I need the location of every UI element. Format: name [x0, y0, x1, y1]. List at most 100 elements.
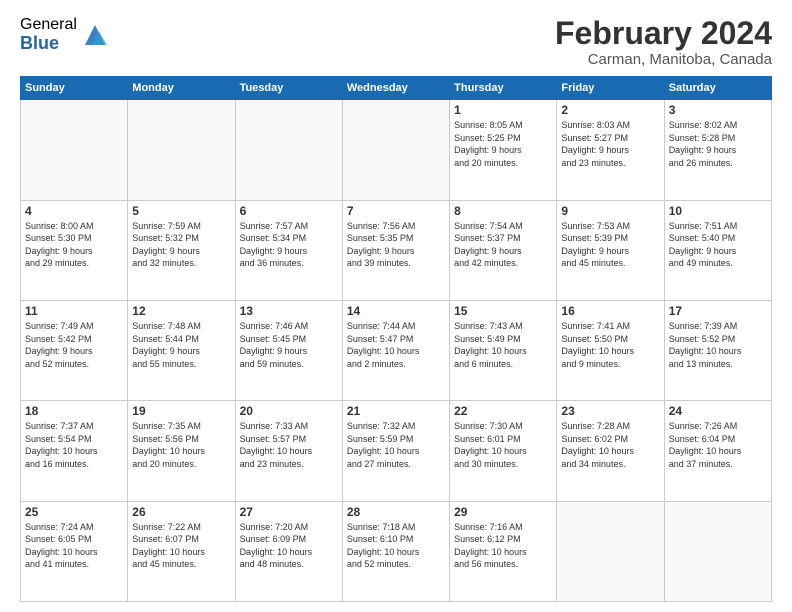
day-number: 26: [132, 505, 230, 519]
table-row: 11 Sunrise: 7:49 AM Sunset: 5:42 PM Dayli…: [21, 300, 128, 400]
day-info: Sunrise: 7:41 AM Sunset: 5:50 PM Dayligh…: [561, 320, 659, 370]
day-info: Sunrise: 7:44 AM Sunset: 5:47 PM Dayligh…: [347, 320, 445, 370]
day-number: 12: [132, 304, 230, 318]
table-row: 8Sunrise: 7:54 AM Sunset: 5:37 PM Daylig…: [450, 200, 557, 300]
day-number: 17: [669, 304, 767, 318]
day-info: Sunrise: 7:37 AM Sunset: 5:54 PM Dayligh…: [25, 420, 123, 470]
day-number: 27: [240, 505, 338, 519]
page: General Blue February 2024 Carman, Manit…: [0, 0, 792, 612]
day-info: Sunrise: 7:51 AM Sunset: 5:40 PM Dayligh…: [669, 220, 767, 270]
table-row: [664, 501, 771, 601]
day-info: Sunrise: 7:56 AM Sunset: 5:35 PM Dayligh…: [347, 220, 445, 270]
table-row: 22 Sunrise: 7:30 AM Sunset: 6:01 PM Dayli…: [450, 401, 557, 501]
day-number: 25: [25, 505, 123, 519]
day-number: 3: [669, 103, 767, 117]
day-info: Sunrise: 7:32 AM Sunset: 5:59 PM Dayligh…: [347, 420, 445, 470]
day-number: 6: [240, 204, 338, 218]
day-info: Sunrise: 8:05 AM Sunset: 5:25 PM Dayligh…: [454, 119, 552, 169]
day-info: Sunrise: 7:39 AM Sunset: 5:52 PM Dayligh…: [669, 320, 767, 370]
table-row: 23 Sunrise: 7:28 AM Sunset: 6:02 PM Dayli…: [557, 401, 664, 501]
table-row: 19 Sunrise: 7:35 AM Sunset: 5:56 PM Dayli…: [128, 401, 235, 501]
day-info: Sunrise: 7:20 AM Sunset: 6:09 PM Dayligh…: [240, 521, 338, 571]
calendar-header-row: Sunday Monday Tuesday Wednesday Thursday…: [21, 77, 772, 100]
table-row: [235, 100, 342, 200]
day-number: 22: [454, 404, 552, 418]
logo-text: General Blue: [20, 16, 77, 53]
day-number: 11: [25, 304, 123, 318]
day-info: Sunrise: 7:48 AM Sunset: 5:44 PM Dayligh…: [132, 320, 230, 370]
day-info: Sunrise: 7:35 AM Sunset: 5:56 PM Dayligh…: [132, 420, 230, 470]
day-info: Sunrise: 7:57 AM Sunset: 5:34 PM Dayligh…: [240, 220, 338, 270]
col-wednesday: Wednesday: [342, 77, 449, 100]
logo-icon: [81, 21, 109, 49]
day-number: 1: [454, 103, 552, 117]
day-number: 18: [25, 404, 123, 418]
table-row: 17 Sunrise: 7:39 AM Sunset: 5:52 PM Dayli…: [664, 300, 771, 400]
table-row: 9 Sunrise: 7:53 AM Sunset: 5:39 PM Daylig…: [557, 200, 664, 300]
table-row: 18 Sunrise: 7:37 AM Sunset: 5:54 PM Dayli…: [21, 401, 128, 501]
logo-blue-text: Blue: [20, 34, 77, 54]
day-number: 23: [561, 404, 659, 418]
day-info: Sunrise: 7:24 AM Sunset: 6:05 PM Dayligh…: [25, 521, 123, 571]
day-info: Sunrise: 7:54 AM Sunset: 5:37 PM Dayligh…: [454, 220, 552, 270]
day-info: Sunrise: 8:00 AM Sunset: 5:30 PM Dayligh…: [25, 220, 123, 270]
day-info: Sunrise: 7:26 AM Sunset: 6:04 PM Dayligh…: [669, 420, 767, 470]
calendar-week-5: 25 Sunrise: 7:24 AM Sunset: 6:05 PM Dayli…: [21, 501, 772, 601]
day-number: 5: [132, 204, 230, 218]
table-row: 20Sunrise: 7:33 AM Sunset: 5:57 PM Dayli…: [235, 401, 342, 501]
table-row: 4Sunrise: 8:00 AM Sunset: 5:30 PM Daylig…: [21, 200, 128, 300]
col-tuesday: Tuesday: [235, 77, 342, 100]
day-info: Sunrise: 7:18 AM Sunset: 6:10 PM Dayligh…: [347, 521, 445, 571]
day-number: 7: [347, 204, 445, 218]
table-row: 5Sunrise: 7:59 AM Sunset: 5:32 PM Daylig…: [128, 200, 235, 300]
day-info: Sunrise: 7:28 AM Sunset: 6:02 PM Dayligh…: [561, 420, 659, 470]
table-row: 16 Sunrise: 7:41 AM Sunset: 5:50 PM Dayli…: [557, 300, 664, 400]
table-row: 27 Sunrise: 7:20 AM Sunset: 6:09 PM Dayli…: [235, 501, 342, 601]
calendar-week-4: 18 Sunrise: 7:37 AM Sunset: 5:54 PM Dayli…: [21, 401, 772, 501]
table-row: 14Sunrise: 7:44 AM Sunset: 5:47 PM Dayli…: [342, 300, 449, 400]
table-row: 2 Sunrise: 8:03 AM Sunset: 5:27 PM Daylig…: [557, 100, 664, 200]
logo-general: General: [20, 16, 77, 34]
day-info: Sunrise: 7:49 AM Sunset: 5:42 PM Dayligh…: [25, 320, 123, 370]
col-sunday: Sunday: [21, 77, 128, 100]
table-row: 15 Sunrise: 7:43 AM Sunset: 5:49 PM Dayli…: [450, 300, 557, 400]
day-info: Sunrise: 8:03 AM Sunset: 5:27 PM Dayligh…: [561, 119, 659, 169]
day-number: 2: [561, 103, 659, 117]
table-row: [342, 100, 449, 200]
col-saturday: Saturday: [664, 77, 771, 100]
table-row: [557, 501, 664, 601]
calendar-week-2: 4Sunrise: 8:00 AM Sunset: 5:30 PM Daylig…: [21, 200, 772, 300]
col-monday: Monday: [128, 77, 235, 100]
location-title: Carman, Manitoba, Canada: [555, 51, 772, 68]
day-number: 16: [561, 304, 659, 318]
col-friday: Friday: [557, 77, 664, 100]
table-row: 13Sunrise: 7:46 AM Sunset: 5:45 PM Dayli…: [235, 300, 342, 400]
day-number: 24: [669, 404, 767, 418]
table-row: 12 Sunrise: 7:48 AM Sunset: 5:44 PM Dayli…: [128, 300, 235, 400]
table-row: 24 Sunrise: 7:26 AM Sunset: 6:04 PM Dayli…: [664, 401, 771, 501]
table-row: 25 Sunrise: 7:24 AM Sunset: 6:05 PM Dayli…: [21, 501, 128, 601]
day-number: 21: [347, 404, 445, 418]
table-row: 6 Sunrise: 7:57 AM Sunset: 5:34 PM Daylig…: [235, 200, 342, 300]
day-info: Sunrise: 7:22 AM Sunset: 6:07 PM Dayligh…: [132, 521, 230, 571]
day-number: 20: [240, 404, 338, 418]
day-info: Sunrise: 7:43 AM Sunset: 5:49 PM Dayligh…: [454, 320, 552, 370]
table-row: 3Sunrise: 8:02 AM Sunset: 5:28 PM Daylig…: [664, 100, 771, 200]
month-title: February 2024: [555, 16, 772, 51]
table-row: 10Sunrise: 7:51 AM Sunset: 5:40 PM Dayli…: [664, 200, 771, 300]
header: General Blue February 2024 Carman, Manit…: [20, 16, 772, 68]
day-info: Sunrise: 7:46 AM Sunset: 5:45 PM Dayligh…: [240, 320, 338, 370]
day-info: Sunrise: 7:53 AM Sunset: 5:39 PM Dayligh…: [561, 220, 659, 270]
day-number: 15: [454, 304, 552, 318]
logo: General Blue: [20, 16, 109, 53]
day-number: 19: [132, 404, 230, 418]
day-info: Sunrise: 7:16 AM Sunset: 6:12 PM Dayligh…: [454, 521, 552, 571]
col-thursday: Thursday: [450, 77, 557, 100]
table-row: 28Sunrise: 7:18 AM Sunset: 6:10 PM Dayli…: [342, 501, 449, 601]
table-row: [21, 100, 128, 200]
calendar-table: Sunday Monday Tuesday Wednesday Thursday…: [20, 76, 772, 602]
table-row: 1 Sunrise: 8:05 AM Sunset: 5:25 PM Daylig…: [450, 100, 557, 200]
day-number: 9: [561, 204, 659, 218]
day-info: Sunrise: 7:30 AM Sunset: 6:01 PM Dayligh…: [454, 420, 552, 470]
table-row: 7 Sunrise: 7:56 AM Sunset: 5:35 PM Daylig…: [342, 200, 449, 300]
